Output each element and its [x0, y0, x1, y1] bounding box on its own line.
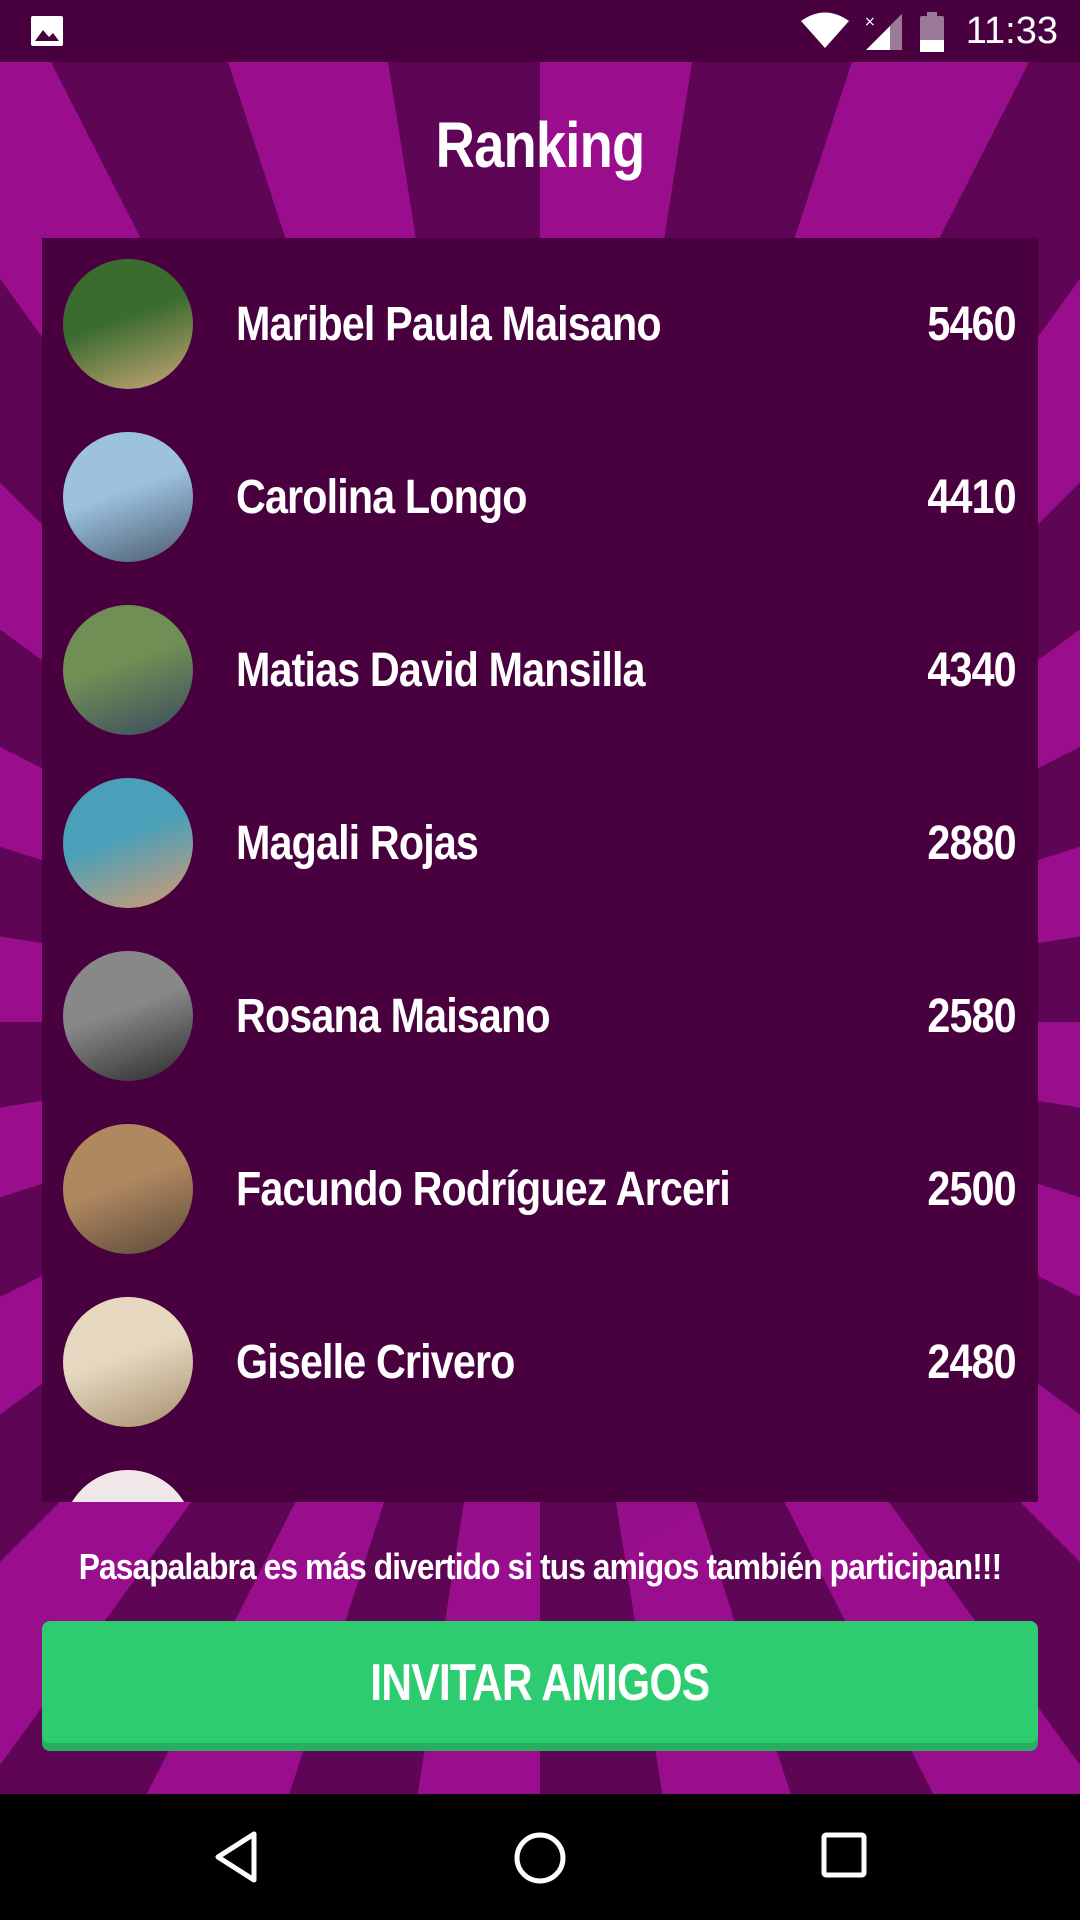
- player-score: 4410: [927, 471, 1017, 524]
- player-name: Carolina Longo: [236, 471, 528, 524]
- page-title: Ranking: [435, 109, 645, 181]
- player-name: Facundo Rodríguez Arceri: [236, 1163, 731, 1216]
- player-name: Giselle Crivero: [236, 1336, 515, 1389]
- ranking-row[interactable]: Matias David Mansilla 4340: [42, 584, 1038, 757]
- ranking-row[interactable]: Carolina Longo 4410: [42, 411, 1038, 584]
- ranking-row[interactable]: Giselle Crivero 2480: [42, 1276, 1038, 1449]
- player-score: 5460: [927, 298, 1017, 351]
- player-score: 4340: [927, 644, 1017, 697]
- player-score: 2480: [927, 1336, 1017, 1389]
- ranking-row[interactable]: Rosana Maisano 2580: [42, 930, 1038, 1103]
- player-avatar: [63, 1470, 193, 1502]
- navigation-bar: [0, 1794, 1080, 1920]
- player-name: Rosana Maisano: [236, 990, 551, 1043]
- invite-friends-label: INVITAR AMIGOS: [370, 1654, 710, 1712]
- player-avatar: [63, 778, 193, 908]
- player-avatar: [63, 1124, 193, 1254]
- ranking-row[interactable]: Magali Rojas 2880: [42, 757, 1038, 930]
- player-avatar: [63, 432, 193, 562]
- player-score: 2880: [927, 817, 1017, 870]
- signal-icon: ×: [864, 14, 902, 50]
- wifi-icon: [801, 12, 849, 48]
- player-name: Matias David Mansilla: [236, 644, 646, 697]
- ranking-list[interactable]: Maribel Paula Maisano 5460 Carolina Longo 4…: [42, 238, 1038, 1502]
- player-score: 2580: [927, 990, 1017, 1043]
- recents-icon[interactable]: [820, 1830, 868, 1880]
- player-avatar: [63, 259, 193, 389]
- player-avatar: [63, 951, 193, 1081]
- player-name: Maribel Paula Maisano: [236, 298, 662, 351]
- player-score: 2500: [927, 1163, 1017, 1216]
- ranking-row[interactable]: Facundo Rodríguez Arceri 2500: [42, 1103, 1038, 1276]
- player-name: Magali Rojas: [236, 817, 479, 870]
- invite-message: Pasapalabra es más divertido si tus amig…: [78, 1546, 1002, 1587]
- player-avatar: [63, 1297, 193, 1427]
- home-icon[interactable]: [512, 1830, 568, 1886]
- ranking-row[interactable]: Maribel Paula Maisano 5460: [42, 238, 1038, 411]
- battery-icon: [920, 12, 944, 52]
- gallery-icon: [31, 16, 63, 46]
- svg-text:×: ×: [864, 14, 876, 30]
- ranking-row[interactable]: [42, 1449, 1038, 1502]
- player-avatar: [63, 605, 193, 735]
- status-bar: × 11:33: [0, 0, 1080, 62]
- invite-friends-button[interactable]: INVITAR AMIGOS: [42, 1621, 1038, 1751]
- clock: 11:33: [965, 10, 1058, 52]
- back-icon[interactable]: [212, 1830, 260, 1884]
